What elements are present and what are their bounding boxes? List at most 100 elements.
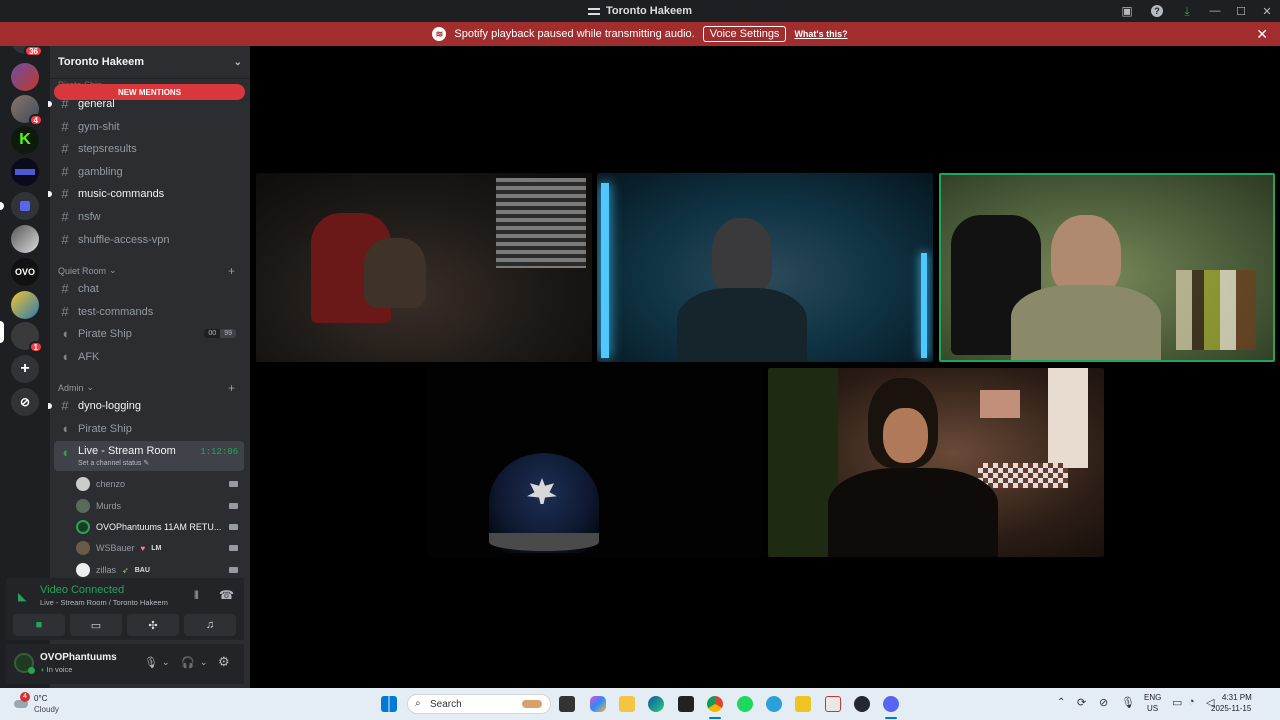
add-server-button[interactable]: +: [11, 355, 39, 383]
channel-name: Live - Stream Room: [78, 445, 176, 457]
voice-member[interactable]: zillas ➶ BAU: [76, 560, 244, 580]
channel-shuffle-access-vpn[interactable]: # shuffle-access-vpn: [54, 229, 244, 250]
video-tile-5[interactable]: [768, 368, 1104, 557]
channel-stepsresults[interactable]: # stepsresults: [54, 138, 244, 159]
whats-this-link[interactable]: What's this?: [794, 29, 847, 39]
voice-channel-live-stream-room[interactable]: ◖ Live - Stream Room 1:12:06 Set a chann…: [54, 441, 244, 471]
channel-gambling[interactable]: # gambling: [54, 161, 244, 182]
username[interactable]: OVOPhantuums: [40, 652, 117, 663]
voice-member[interactable]: Murds: [76, 496, 244, 516]
channel-chat[interactable]: # chat: [54, 278, 244, 299]
tray-wifi-icon[interactable]: ◔: [1188, 696, 1195, 708]
video-tile-3-speaking[interactable]: [939, 173, 1275, 362]
voice-channel-pirate-ship[interactable]: ◖ Pirate Ship 00 99: [54, 323, 244, 344]
server-icon-ovo[interactable]: OVO: [11, 258, 39, 286]
clock-date[interactable]: 2025-11-15: [1211, 704, 1251, 713]
channel-test-commands[interactable]: # test-commands: [54, 301, 244, 322]
channel-status[interactable]: Set a channel status ✎: [78, 459, 149, 467]
server-icon-5[interactable]: [11, 291, 39, 319]
tray-chevron-up-icon[interactable]: ⌃: [1057, 697, 1065, 708]
noise-suppression-icon[interactable]: ⦀: [194, 590, 199, 603]
voice-member[interactable]: chenzo: [76, 474, 244, 494]
add-channel-icon[interactable]: +: [228, 264, 235, 278]
soundboard-button[interactable]: ♫: [184, 614, 236, 636]
server-icon-active[interactable]: 1: [11, 322, 43, 353]
activities-button[interactable]: ✣: [127, 614, 179, 636]
channel-general[interactable]: # general: [48, 93, 244, 114]
hash-icon: #: [61, 281, 69, 296]
file-explorer-icon[interactable]: [619, 696, 635, 712]
chrome-active-indicator: [709, 717, 721, 719]
channel-music-commands[interactable]: # music-commands: [48, 183, 244, 204]
voice-channel-afk[interactable]: ◖ AFK: [54, 346, 244, 367]
voice-location[interactable]: Live - Stream Room / Toronto Hakeem: [40, 598, 168, 607]
avatar: [76, 520, 90, 534]
channel-dyno-logging[interactable]: # dyno-logging: [48, 395, 244, 416]
unread-indicator: [48, 190, 52, 197]
voice-member[interactable]: WSBauer ♥ LM: [76, 538, 244, 558]
disconnect-icon[interactable]: ☎: [219, 588, 234, 602]
server-icon-k[interactable]: K: [11, 126, 39, 154]
server-icon-3[interactable]: [11, 158, 39, 186]
task-view-icon[interactable]: [559, 696, 575, 712]
tray-sync-icon[interactable]: ⟳: [1077, 696, 1086, 709]
settings-gear-icon[interactable]: ⚙: [218, 654, 230, 670]
help-icon[interactable]: ?: [1142, 0, 1172, 22]
server-icon-2[interactable]: 4: [11, 95, 43, 126]
server-folder[interactable]: [11, 192, 39, 220]
minimize-button[interactable]: —: [1202, 0, 1228, 22]
download-icon[interactable]: ⤓: [1172, 0, 1202, 22]
hash-icon: #: [61, 186, 69, 201]
clock-time[interactable]: 4:31 PM: [1222, 693, 1252, 702]
tray-mic-icon[interactable]: 🎙: [1121, 696, 1135, 709]
online-status-dot: [28, 667, 35, 674]
voice-channel-pirate-ship-admin[interactable]: ◖ Pirate Ship: [54, 418, 244, 439]
headphones-icon[interactable]: 🎧: [181, 656, 195, 669]
maximize-button[interactable]: ☐: [1228, 0, 1254, 22]
telegram-icon[interactable]: [766, 696, 782, 712]
snipping-tool-icon[interactable]: [825, 696, 841, 712]
headphones-chevron-icon[interactable]: ⌄: [200, 657, 208, 668]
voice-settings-button[interactable]: Voice Settings: [702, 26, 787, 42]
led-strip-shape-right: [921, 253, 927, 358]
tray-display-icon[interactable]: ▭: [1172, 696, 1182, 709]
camera-button[interactable]: ■: [13, 614, 65, 636]
server-icon-1[interactable]: [11, 63, 39, 91]
discord-taskbar-icon[interactable]: [883, 696, 899, 712]
pencil-icon: ✎: [143, 460, 150, 467]
channel-name: Pirate Ship: [78, 422, 132, 435]
language-indicator[interactable]: ENG: [1144, 693, 1161, 702]
close-window-button[interactable]: ✕: [1254, 0, 1280, 22]
screen-share-button[interactable]: ▭: [70, 614, 122, 636]
copilot-icon[interactable]: [590, 696, 606, 712]
microphone-icon[interactable]: 🎙: [144, 656, 158, 669]
channel-gym-shit[interactable]: # gym-shit: [54, 116, 244, 137]
discover-button[interactable]: ⊘: [11, 388, 39, 416]
guild-header[interactable]: Toronto Hakeem ⌄: [50, 46, 250, 79]
app-icon-dark[interactable]: [678, 696, 694, 712]
edge-icon[interactable]: [648, 696, 664, 712]
user-status-text: In voice: [46, 665, 73, 674]
voice-member[interactable]: OVOPhantuums 11AM RETU...: [76, 517, 244, 537]
chrome-icon[interactable]: [707, 696, 723, 712]
voice-status[interactable]: Video Connected: [40, 584, 124, 596]
inbox-icon[interactable]: ▣: [1112, 0, 1142, 22]
tray-network-off-icon[interactable]: ⊘: [1099, 696, 1108, 709]
video-tile-2[interactable]: [597, 173, 933, 362]
app-icon-yellow[interactable]: [795, 696, 811, 712]
channel-nsfw[interactable]: # nsfw: [54, 206, 244, 227]
selected-server-pill: [0, 321, 4, 343]
banner-close-icon[interactable]: ✕: [1256, 26, 1268, 43]
hash-icon: #: [61, 141, 69, 156]
github-icon[interactable]: [854, 696, 870, 712]
spotify-taskbar-icon[interactable]: [737, 696, 753, 712]
video-tile-1[interactable]: [256, 173, 592, 362]
server-icon-4[interactable]: [11, 225, 39, 253]
category-admin[interactable]: Admin ⌄ +: [58, 381, 235, 395]
video-tile-4[interactable]: [427, 368, 763, 557]
rocket-icon: ➶: [122, 565, 129, 575]
category-quiet-room[interactable]: Quiet Room ⌄ +: [58, 264, 235, 278]
add-channel-icon[interactable]: +: [228, 381, 235, 395]
mic-chevron-icon[interactable]: ⌄: [162, 657, 170, 668]
heart-icon: ♥: [140, 543, 146, 553]
